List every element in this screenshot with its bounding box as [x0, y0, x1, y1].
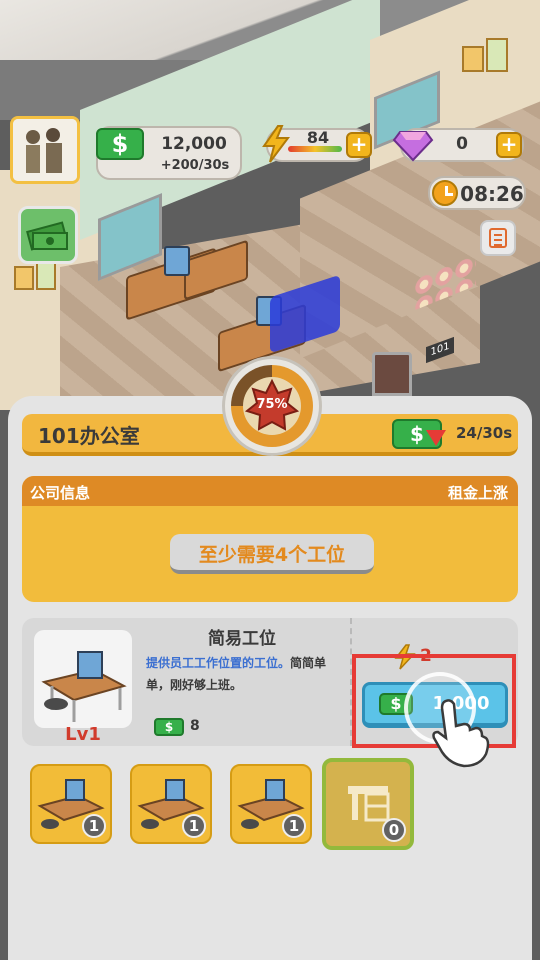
desk-slot[interactable]: 1	[30, 764, 112, 844]
rent-down-arrow-icon	[426, 430, 446, 446]
item-image-frame	[34, 630, 132, 728]
wall-picture	[462, 46, 484, 72]
slot-count: 1	[82, 814, 106, 838]
timer-value: 08:26	[460, 182, 524, 206]
wall-picture	[486, 38, 508, 72]
company-info-card: 公司信息 租金上涨 至少需要4个工位	[22, 476, 518, 602]
menu-button[interactable]	[480, 220, 516, 256]
cash-rate: +200/30s	[160, 158, 230, 173]
item-card: Lv1 简易工位 提供员工工作位置的工位。简简单单，刚好够上班。 $ 8 2 $…	[22, 618, 518, 768]
room-title: 101办公室	[38, 424, 140, 448]
company-info-title: 公司信息	[30, 484, 91, 502]
item-income-badge: $	[154, 718, 184, 736]
slot-count: 1	[282, 814, 306, 838]
company-info-header	[22, 476, 518, 506]
player-avatar[interactable]	[10, 116, 80, 184]
cash-icon: $	[96, 128, 144, 160]
gem-icon	[392, 126, 434, 164]
slot-count: 1	[182, 814, 206, 838]
requirement-text: 至少需要4个工位	[198, 544, 346, 566]
cabinet-slot[interactable]: 0	[322, 758, 414, 850]
item-description: 提供员工工作位置的工位。简简单单，刚好够上班。	[146, 652, 332, 696]
gem-value: 0	[456, 134, 468, 154]
wall-picture	[14, 266, 34, 290]
desk-slot[interactable]: 1	[130, 764, 212, 844]
room-panel: 101办公室 $ 24/30s 75% 公司信息 租金上涨 至少需要4个工位 L…	[8, 356, 532, 960]
item-income: 8	[190, 718, 200, 734]
room-progress-ring: 75%	[222, 356, 322, 456]
avatar-image	[13, 119, 77, 181]
slot-count: 0	[382, 818, 406, 842]
cash-stack-icon	[26, 221, 68, 251]
wall-picture	[36, 262, 56, 290]
rent-rate: 24/30s	[456, 424, 513, 442]
monitor	[164, 246, 190, 276]
requirement-banner: 至少需要4个工位	[170, 534, 374, 574]
simple-desk-icon	[41, 651, 127, 722]
add-gems-button[interactable]: +	[496, 132, 522, 158]
money-bonus-button[interactable]	[18, 206, 78, 264]
clock-icon	[432, 180, 458, 206]
pointing-hand-icon	[428, 698, 492, 768]
menu-icon	[489, 228, 507, 248]
energy-value: 84	[306, 128, 330, 147]
item-name: 简易工位	[208, 629, 276, 649]
lightning-icon	[258, 124, 294, 164]
door	[372, 352, 412, 396]
add-energy-button[interactable]: +	[346, 132, 372, 158]
rent-increase-label: 租金上涨	[447, 484, 508, 502]
item-description-highlight: 提供员工工作位置的工位。	[146, 656, 291, 670]
item-level: Lv1	[65, 724, 101, 745]
desk-slot[interactable]: 1	[230, 764, 312, 844]
progress-label: 75%	[256, 397, 288, 412]
cash-value: 12,000	[161, 134, 227, 154]
